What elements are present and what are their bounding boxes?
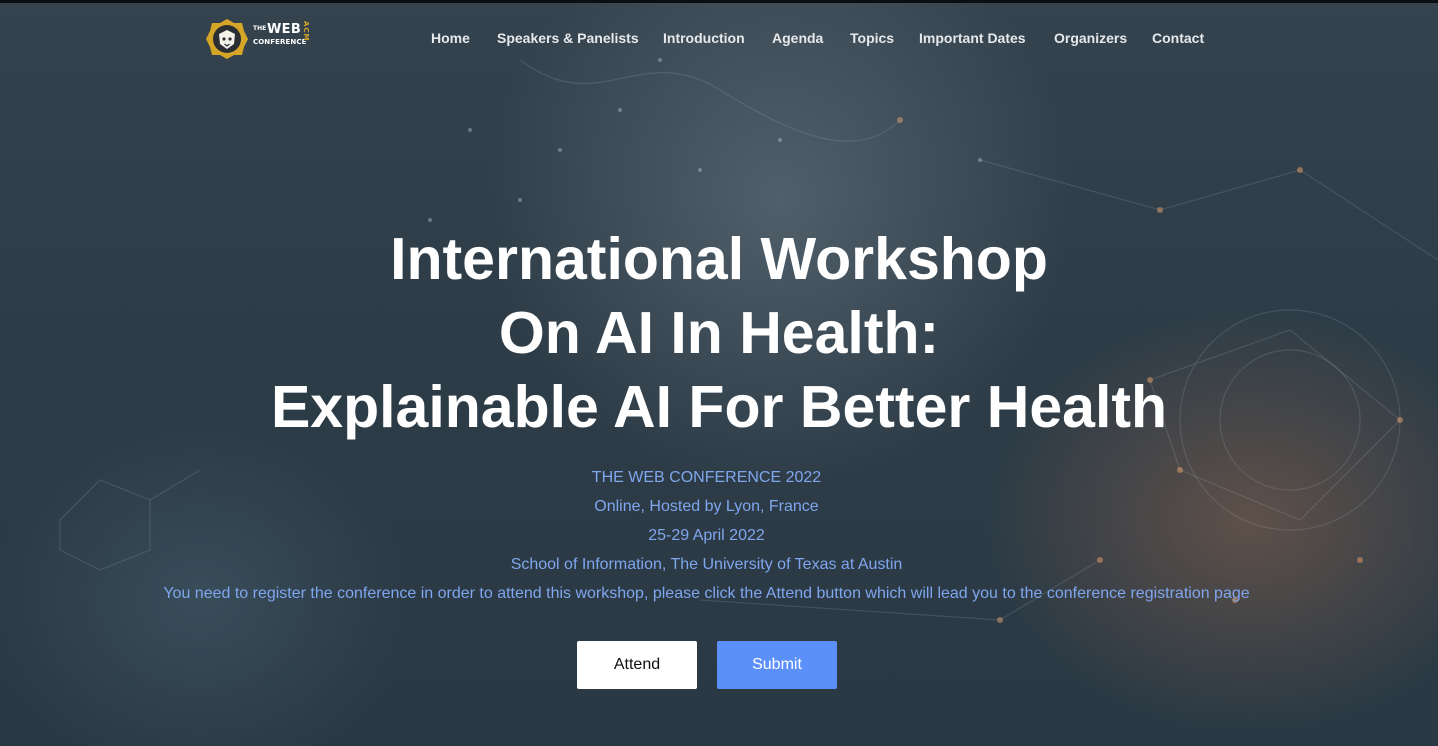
host-institution: School of Information, The University of… — [510, 556, 903, 573]
registration-note: You need to register the conference in o… — [163, 585, 1250, 602]
conference-name: THE WEB CONFERENCE 2022 — [591, 469, 822, 486]
submit-button[interactable]: Submit — [717, 641, 837, 689]
nav-topics[interactable]: Topics — [850, 30, 894, 46]
title-line-2: On AI In Health: — [498, 300, 940, 366]
nav-introduction[interactable]: Introduction — [663, 30, 745, 46]
logo-the-text: THE — [253, 25, 267, 32]
logo-conference-text: CONFERENCE — [253, 38, 307, 46]
nav-home[interactable]: Home — [431, 30, 470, 46]
nav-important-dates[interactable]: Important Dates — [919, 30, 1026, 46]
event-location: Online, Hosted by Lyon, France — [594, 498, 819, 515]
event-dates: 25-29 April 2022 — [648, 527, 765, 544]
nav-agenda[interactable]: Agenda — [772, 30, 823, 46]
title-line-3: Explainable AI For Better Health — [270, 374, 1168, 440]
logo-acm-text: ACM — [302, 21, 310, 42]
top-navbar: THE WEB CONFERENCE ACM Home Speakers & P… — [0, 0, 1438, 80]
logo-web-text: WEB — [267, 22, 302, 37]
nav-speakers-panelists[interactable]: Speakers & Panelists — [497, 30, 639, 46]
lion-badge-icon — [206, 19, 248, 59]
web-conference-logo[interactable]: THE WEB CONFERENCE ACM — [206, 18, 321, 60]
nav-contact[interactable]: Contact — [1152, 30, 1204, 46]
nav-organizers[interactable]: Organizers — [1054, 30, 1127, 46]
attend-button[interactable]: Attend — [577, 641, 697, 689]
event-info: THE WEB CONFERENCE 2022 Online, Hosted b… — [0, 463, 1413, 608]
title-line-1: International Workshop — [390, 226, 1048, 292]
workshop-title: International Workshop On AI In Health: … — [0, 222, 1438, 444]
